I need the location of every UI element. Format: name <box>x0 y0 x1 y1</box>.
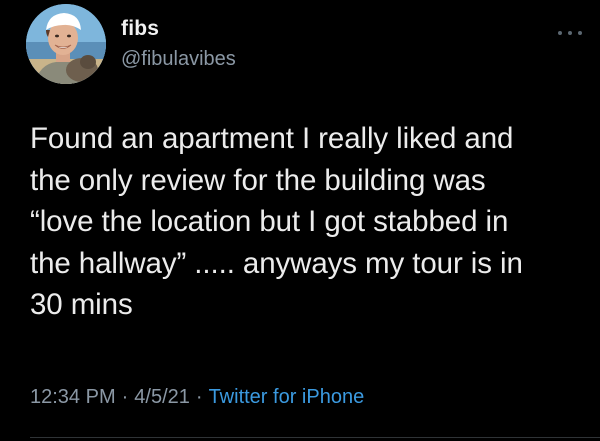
tweet-meta: 12:34 PM · 4/5/21 · Twitter for iPhone <box>30 386 364 409</box>
tweet-text: Found an apartment I really liked and th… <box>30 118 575 326</box>
divider <box>30 437 600 438</box>
more-horizontal-icon[interactable] <box>555 26 585 38</box>
avatar[interactable] <box>26 4 106 84</box>
tweet-date[interactable]: 4/5/21 <box>134 386 190 408</box>
tweet-source-link[interactable]: Twitter for iPhone <box>209 386 365 408</box>
tweet-text-line: “love the location but I got stabbed in <box>30 205 509 238</box>
meta-separator: · <box>121 386 129 408</box>
author-handle[interactable]: @fibulavibes <box>121 48 236 71</box>
tweet-text-line: Found an apartment I really liked and <box>30 122 514 155</box>
avatar-photo <box>26 4 106 84</box>
tweet-time[interactable]: 12:34 PM <box>30 386 116 408</box>
tweet-text-line: the hallway” ..... anyways my tour is in <box>30 246 523 280</box>
tweet-card: fibs @fibulavibes Found an apartment I r… <box>0 0 600 441</box>
meta-separator: · <box>195 386 203 408</box>
tweet-text-line: 30 mins <box>30 288 133 321</box>
author-display-name[interactable]: fibs <box>121 17 159 41</box>
tweet-text-line: the only review for the building was <box>30 163 486 197</box>
